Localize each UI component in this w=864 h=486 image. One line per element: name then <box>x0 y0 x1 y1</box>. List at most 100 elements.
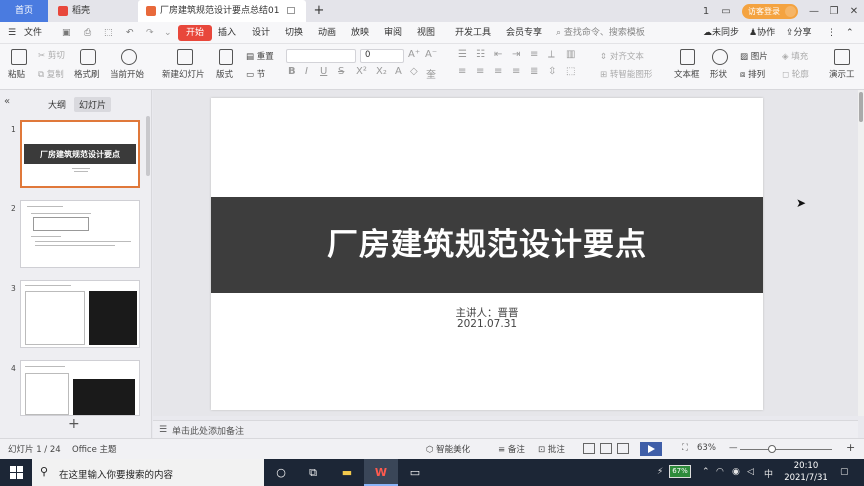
slide-thumbnail-4[interactable] <box>20 360 140 416</box>
layout-button[interactable]: 版式 <box>216 68 233 80</box>
close-button[interactable]: ✕ <box>844 6 864 17</box>
redo-icon[interactable]: ↷ <box>146 22 154 44</box>
slide-date[interactable]: 2021.07.31 <box>211 318 763 330</box>
power-plug-icon[interactable]: ⚡ <box>657 467 663 477</box>
menu-view[interactable]: 视图 <box>417 22 435 44</box>
undo-icon[interactable]: ↶ <box>126 22 134 44</box>
panel-scrollbar[interactable] <box>146 116 150 176</box>
slide-thumbnail-2[interactable] <box>20 200 140 268</box>
arrange-button[interactable]: ⧈ 排列 <box>740 68 765 80</box>
fit-window-icon[interactable]: ⛶ <box>682 443 688 453</box>
collapse-panel-icon[interactable]: « <box>4 96 10 107</box>
present-tools-icon[interactable] <box>834 49 850 65</box>
current-slide[interactable]: 厂房建筑规范设计要点 主讲人：晋晋 2021.07.31 <box>211 98 763 410</box>
shape-button[interactable]: 形状 <box>710 68 727 80</box>
sorter-view-button[interactable] <box>600 443 612 454</box>
underline-button[interactable]: U <box>320 66 327 77</box>
subscript-icon[interactable]: X₂ <box>376 66 387 77</box>
superscript-icon[interactable]: X² <box>356 66 367 77</box>
canvas-scrollbar[interactable] <box>858 90 864 416</box>
picture-button[interactable]: ▨ 图片 <box>740 50 768 62</box>
normal-view-button[interactable] <box>583 443 595 454</box>
bold-button[interactable]: B <box>288 66 296 77</box>
shape-icon[interactable] <box>712 49 728 65</box>
present-tools-button[interactable]: 演示工 <box>829 68 855 80</box>
menu-transition[interactable]: 切换 <box>285 22 303 44</box>
video-app-icon[interactable]: ▭ <box>398 459 432 486</box>
menu-file[interactable]: 文件 <box>24 22 42 44</box>
reset-button[interactable]: ▤ 重置 <box>246 50 274 62</box>
more-menu-icon[interactable]: ⋮ <box>827 22 836 44</box>
align-right-icon[interactable]: ≡ <box>494 66 502 77</box>
textbox-icon[interactable] <box>680 49 695 65</box>
battery-indicator[interactable]: 67% <box>669 465 691 478</box>
line-height-icon[interactable]: ⇳ <box>548 66 556 77</box>
format-painter-icon[interactable] <box>80 49 96 65</box>
text-direction-icon[interactable]: ⟂ <box>548 49 555 60</box>
tab-slides[interactable]: 幻灯片 <box>74 97 112 112</box>
align-text-button[interactable]: ⇕ 对齐文本 <box>600 50 644 62</box>
new-slide-icon[interactable] <box>177 49 193 65</box>
clear-format-icon[interactable]: ◇ <box>410 66 418 77</box>
cortana-icon[interactable]: ○ <box>264 459 298 486</box>
new-slide-button[interactable]: 新建幻灯片 <box>162 68 205 80</box>
menu-insert[interactable]: 插入 <box>218 22 236 44</box>
strike-button[interactable]: S <box>338 66 344 77</box>
file-explorer-icon[interactable]: ▬ <box>330 459 364 486</box>
system-clock[interactable]: 20:10 2021/7/31 <box>782 460 830 484</box>
collab-button[interactable]: ♟协作 <box>749 22 775 44</box>
menu-member[interactable]: 会员专享 <box>506 22 542 44</box>
collapse-ribbon-icon[interactable]: ⌃ <box>846 22 854 44</box>
cut-button[interactable]: ✂ 剪切 <box>38 49 65 61</box>
menu-slideshow[interactable]: 放映 <box>351 22 369 44</box>
print-icon[interactable]: ⎙ <box>84 22 91 44</box>
add-slide-button[interactable]: + <box>68 416 80 432</box>
menu-start[interactable]: 开始 <box>178 25 213 41</box>
menu-animation[interactable]: 动画 <box>318 22 336 44</box>
save-icon[interactable]: ▣ <box>62 22 71 44</box>
tab-daoke[interactable]: 稻壳 <box>50 0 136 22</box>
fill-button[interactable]: ◈ 填充 <box>782 50 808 62</box>
font-color-icon[interactable]: A <box>395 66 402 77</box>
app-tray-icon[interactable]: ◉ <box>732 467 740 477</box>
from-current-button[interactable]: 当前开始 <box>110 68 144 80</box>
window-mode-icon[interactable] <box>287 7 296 14</box>
more-icon[interactable]: ⌄ <box>164 22 172 44</box>
indent-increase-icon[interactable]: ⇥ <box>512 49 520 60</box>
layout-icon[interactable]: ▭ <box>716 6 736 17</box>
align-center-icon[interactable]: ≡ <box>476 66 484 77</box>
textbox-button[interactable]: 文本框 <box>674 68 700 80</box>
comment-button[interactable]: ⊡ 批注 <box>538 443 565 455</box>
task-view-icon[interactable]: ⧉ <box>296 459 330 486</box>
share-button[interactable]: ⇪分享 <box>786 22 812 44</box>
grow-font-icon[interactable]: A⁺ <box>408 49 420 60</box>
guest-login-button[interactable]: 访客登录 <box>742 3 798 19</box>
play-slideshow-button[interactable] <box>640 442 662 456</box>
outline-button[interactable]: ◻ 轮廓 <box>782 68 809 80</box>
play-from-current-icon[interactable] <box>121 49 137 65</box>
windows-start-icon[interactable] <box>10 466 23 479</box>
align-left-icon[interactable]: ≡ <box>458 66 466 77</box>
notes-placeholder[interactable]: 单击此处添加备注 <box>172 424 244 437</box>
menu-design[interactable]: 设计 <box>252 22 270 44</box>
tab-outline[interactable]: 大纲 <box>48 98 66 111</box>
beautify-button[interactable]: ⬡ 智能美化 <box>426 443 470 455</box>
format-painter-button[interactable]: 格式刷 <box>74 68 100 80</box>
export-icon[interactable]: ⬚ <box>104 22 113 44</box>
restore-button[interactable]: ❐ <box>824 6 844 17</box>
zoom-slider[interactable] <box>740 449 832 450</box>
page-count-icon[interactable]: 1 <box>696 6 716 17</box>
network-icon[interactable]: ◠ <box>716 467 724 477</box>
section-button[interactable]: ▭ 节 <box>246 68 265 80</box>
ime-indicator[interactable]: 中 <box>764 467 773 480</box>
slide-thumbnail-1[interactable]: 厂房建筑规范设计要点 <box>20 120 140 188</box>
notes-toggle-button[interactable]: ≡ 备注 <box>498 443 525 455</box>
command-search[interactable]: ⌕ 查找命令、搜索模板 <box>556 22 645 44</box>
volume-icon[interactable]: ◁ <box>747 467 754 477</box>
reading-view-button[interactable] <box>617 443 629 454</box>
indent-decrease-icon[interactable]: ⇤ <box>494 49 502 60</box>
columns-icon[interactable]: ▥ <box>566 49 575 60</box>
menu-review[interactable]: 审阅 <box>384 22 402 44</box>
notification-icon[interactable]: ▢ <box>840 467 849 477</box>
bullets-icon[interactable]: ☰ <box>458 49 467 60</box>
